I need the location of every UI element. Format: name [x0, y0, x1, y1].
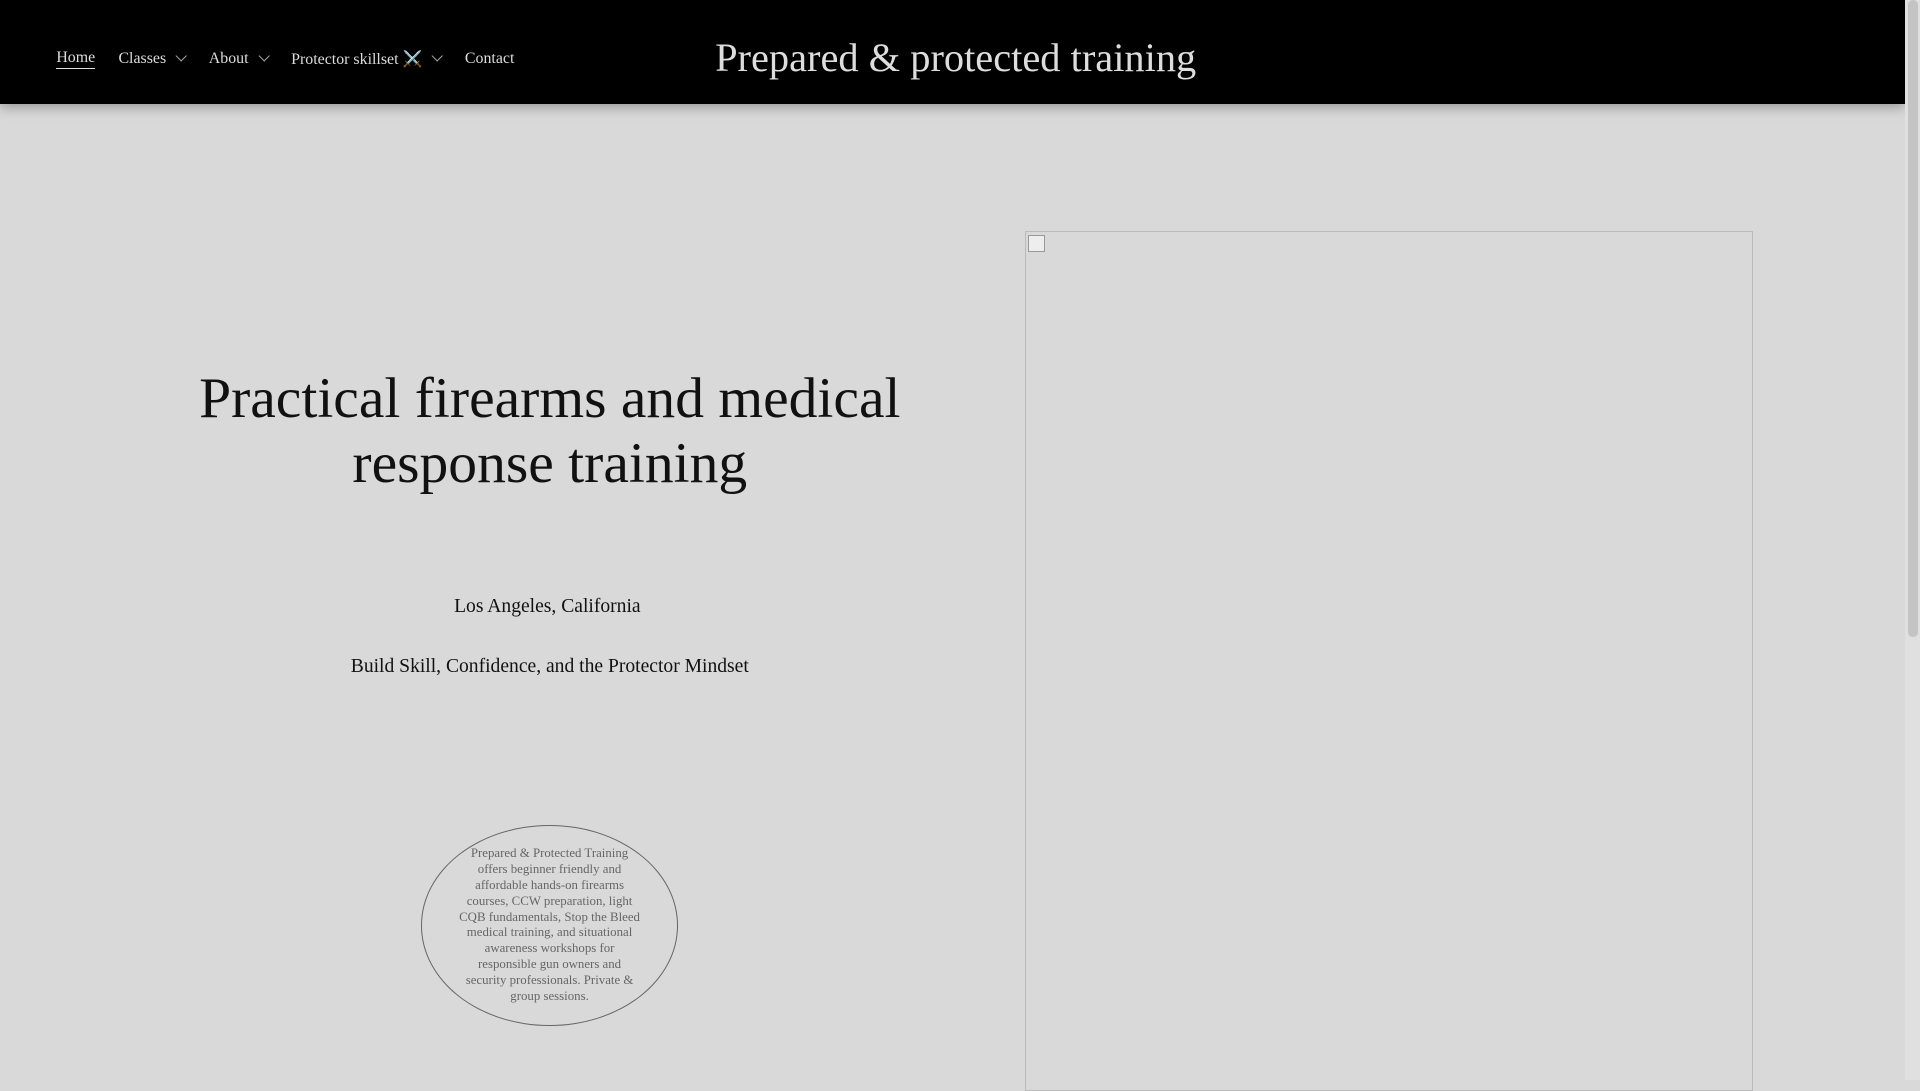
site-header: Home Classes About Protector skillset ⚔️…	[0, 0, 1906, 105]
site-title[interactable]: Prepared & protected training	[715, 34, 1196, 81]
nav-protector-label: Protector skillset ⚔️	[291, 51, 423, 69]
chevron-down-icon	[431, 50, 444, 63]
nav-classes[interactable]: Classes	[118, 49, 188, 69]
main-nav: Home Classes About Protector skillset ⚔️…	[56, 49, 514, 70]
nav-classes-label: Classes	[118, 50, 167, 68]
nav-protector-skillset[interactable]: Protector skillset ⚔️	[291, 49, 444, 69]
hero-image-placeholder	[1024, 231, 1754, 1091]
description-text: Prepared & Protected Training offers beg…	[459, 845, 640, 1004]
broken-image-icon	[1028, 234, 1046, 252]
scrollbar-thumb[interactable]	[1907, 0, 1918, 637]
chevron-down-icon	[175, 50, 188, 63]
nav-about[interactable]: About	[208, 49, 270, 69]
nav-about-label: About	[208, 50, 249, 68]
hero-location: Los Angeles, California	[454, 596, 641, 618]
chevron-down-icon	[257, 50, 270, 63]
hero-title: Practical firearms and medical response …	[199, 367, 901, 496]
description-badge: Prepared & Protected Training offers beg…	[421, 825, 678, 1026]
nav-home[interactable]: Home	[56, 49, 96, 70]
nav-contact[interactable]: Contact	[465, 49, 514, 69]
hero-tagline: Build Skill, Confidence, and the Protect…	[350, 656, 749, 678]
scrollbar[interactable]	[1905, 0, 1920, 1080]
